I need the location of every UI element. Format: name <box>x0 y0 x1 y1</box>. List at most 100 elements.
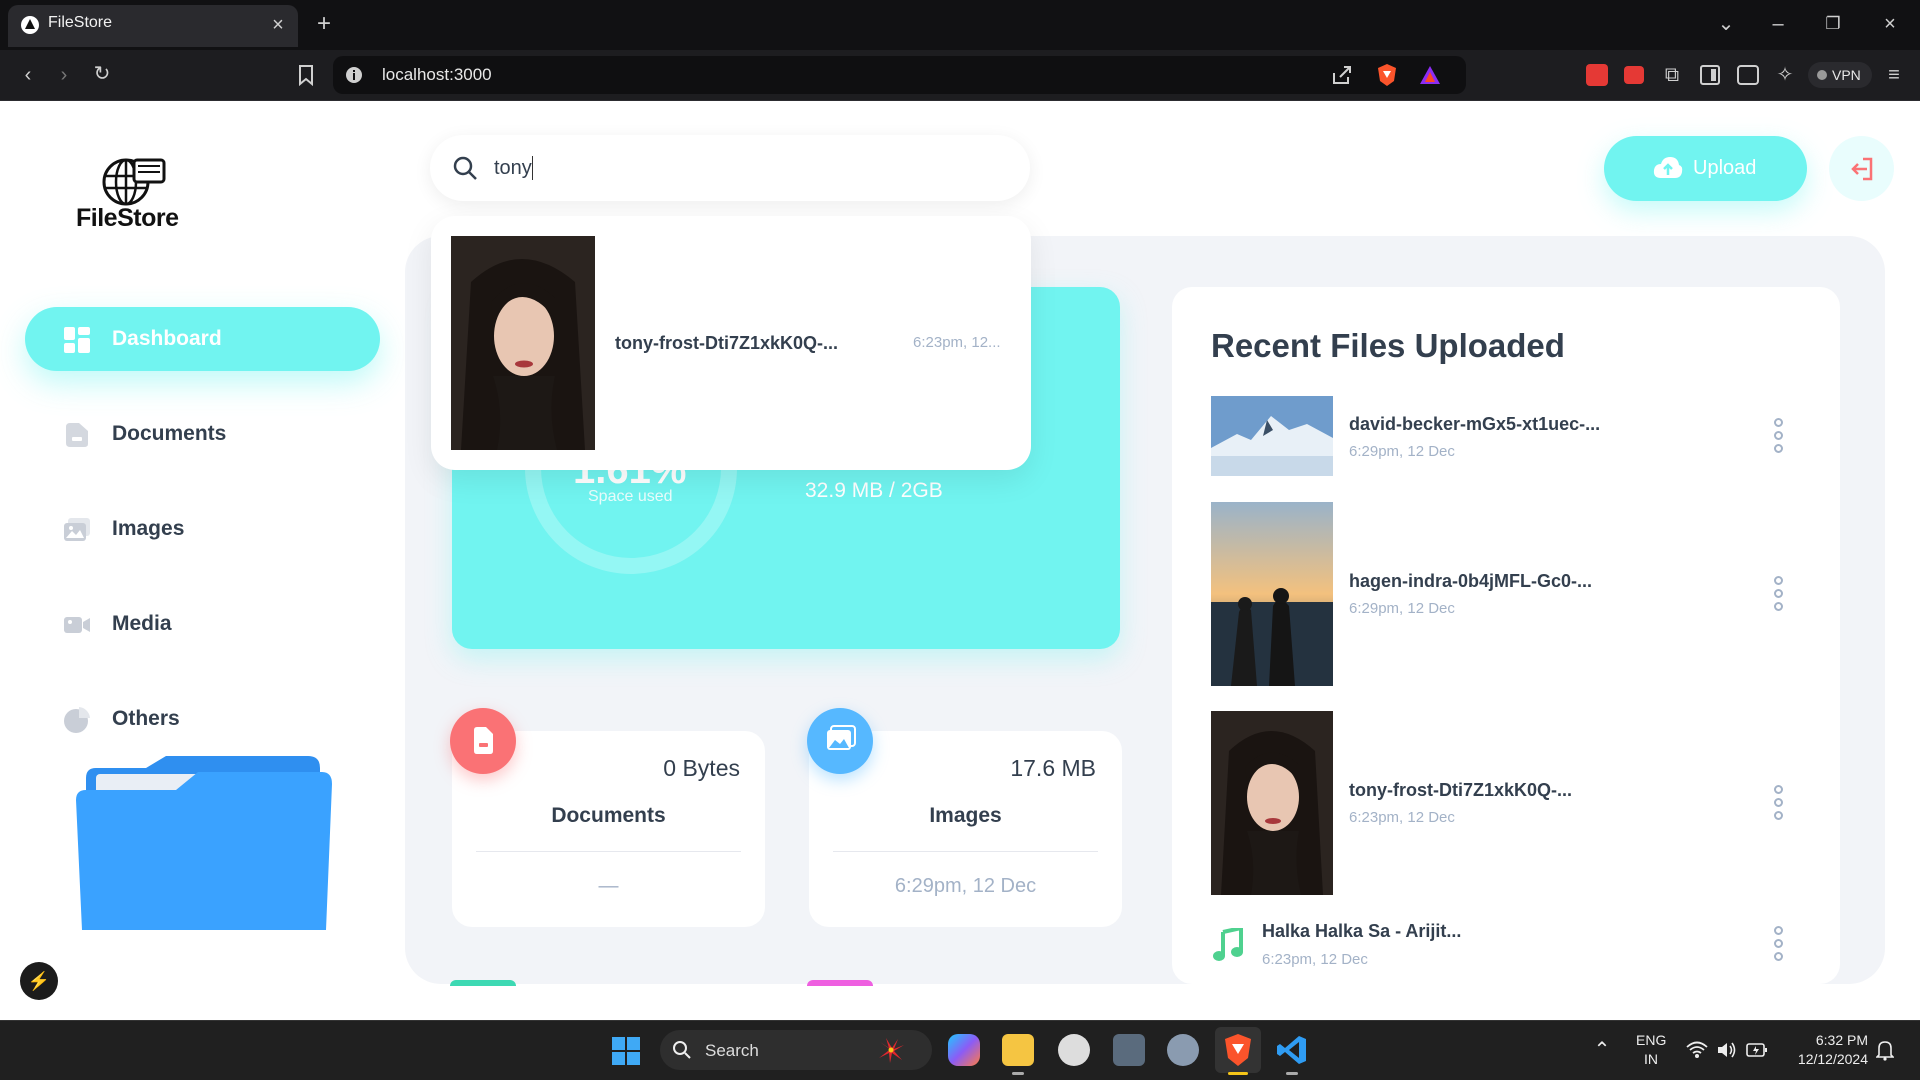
sidebar-item-documents[interactable]: Documents <box>25 402 380 466</box>
language-line1: ENG <box>1636 1032 1667 1048</box>
music-note-icon <box>1213 928 1243 962</box>
system-tray-chevron-icon[interactable]: ⌃ <box>1590 1038 1614 1062</box>
tab-title: FileStore <box>48 14 113 31</box>
input-language[interactable]: ENG IN <box>1636 1031 1666 1069</box>
video-camera-icon <box>63 611 91 639</box>
others-badge-partial <box>450 980 516 986</box>
sidebar-item-label: Images <box>112 517 185 540</box>
new-tab-icon[interactable]: + <box>312 12 336 36</box>
explorer-running-indicator <box>1012 1072 1024 1075</box>
more-options-icon[interactable] <box>1772 418 1784 458</box>
file-name: tony-frost-Dti7Z1xkK0Q-... <box>1349 780 1573 800</box>
summary-title: Documents <box>551 804 666 827</box>
brave-shields-icon[interactable] <box>1376 63 1398 87</box>
share-icon[interactable] <box>1331 64 1353 86</box>
volume-icon[interactable] <box>1716 1040 1738 1060</box>
brave-browser-icon[interactable] <box>1222 1033 1254 1067</box>
sidebar-item-dashboard[interactable]: Dashboard <box>25 307 380 371</box>
clock-time: 6:32 PM <box>1815 1032 1868 1048</box>
reload-icon[interactable]: ↻ <box>90 62 114 86</box>
file-date: 6:23pm, 12 Dec <box>1262 951 1368 968</box>
summary-date: 6:29pm, 12 Dec <box>894 875 1037 897</box>
forward-icon[interactable]: › <box>52 63 76 87</box>
clock-app-icon[interactable] <box>1058 1034 1090 1066</box>
media-badge-partial <box>807 980 873 986</box>
back-icon[interactable]: ‹ <box>16 63 40 87</box>
sidebar-item-label: Documents <box>112 422 227 445</box>
sidebar-toggle-icon[interactable] <box>1700 65 1720 85</box>
file-name: david-becker-mGx5-xt1uec-... <box>1349 414 1601 434</box>
extension-red-icon[interactable] <box>1586 64 1608 86</box>
sidebar-item-media[interactable]: Media <box>25 592 380 656</box>
site-info-icon[interactable] <box>344 65 364 85</box>
summary-size: 0 Bytes <box>663 755 740 781</box>
cloud-upload-icon <box>1653 156 1683 180</box>
summary-title: Images <box>929 804 1002 827</box>
brave-running-indicator <box>1228 1072 1248 1075</box>
lightning-bolt-icon[interactable]: ⚡ <box>20 962 58 1000</box>
vscode-icon[interactable] <box>1276 1034 1308 1066</box>
storage-size: 32.9 MB / 2GB <box>805 479 943 502</box>
close-window-icon[interactable]: × <box>1878 12 1902 36</box>
divider <box>476 851 741 852</box>
summary-size: 17.6 MB <box>1010 755 1096 781</box>
space-used-label: Space used <box>588 488 673 505</box>
sidebar-item-label: Media <box>112 612 172 635</box>
notification-bell-icon[interactable] <box>1876 1039 1894 1061</box>
image-icon <box>807 708 873 774</box>
logo-globe-icon <box>98 156 170 206</box>
file-explorer-icon[interactable] <box>1002 1034 1034 1066</box>
pie-chart-icon <box>63 706 91 734</box>
menu-hamburger-icon[interactable]: ≡ <box>1882 63 1906 87</box>
omnibox[interactable] <box>333 56 1466 94</box>
file-thumbnail <box>1211 711 1333 895</box>
settings-gear-icon[interactable] <box>1167 1034 1199 1066</box>
brave-rewards-icon[interactable] <box>1418 64 1442 86</box>
minimize-icon[interactable]: – <box>1766 12 1790 36</box>
leo-ai-icon[interactable]: ✧ <box>1773 63 1797 87</box>
restore-icon[interactable]: ❐ <box>1821 12 1845 36</box>
document-icon <box>450 708 516 774</box>
file-thumbnail <box>1211 396 1333 476</box>
search-query[interactable]: tony <box>494 157 532 180</box>
logo-text: FileStore <box>76 204 179 232</box>
calculator-icon[interactable] <box>1113 1034 1145 1066</box>
vpn-button[interactable]: VPN <box>1808 62 1872 88</box>
bookmark-icon[interactable] <box>296 64 316 86</box>
vpn-label: VPN <box>1832 67 1861 83</box>
tab-list-chevron-icon[interactable]: ⌄ <box>1714 12 1738 36</box>
wifi-icon[interactable] <box>1686 1040 1708 1060</box>
windows-start-icon[interactable] <box>612 1037 640 1065</box>
battery-icon[interactable] <box>1746 1041 1768 1059</box>
logout-icon <box>1849 156 1875 182</box>
file-thumbnail <box>451 236 595 450</box>
document-icon <box>63 421 91 449</box>
taskbar-clock[interactable]: 6:32 PM 12/12/2024 <box>1780 1031 1868 1069</box>
wallet-icon[interactable] <box>1737 65 1759 85</box>
upload-label: Upload <box>1693 157 1757 179</box>
recent-files-title: Recent Files Uploaded <box>1211 327 1565 364</box>
more-options-icon[interactable] <box>1772 576 1784 616</box>
sidebar-item-images[interactable]: Images <box>25 497 380 561</box>
sidebar-item-label: Dashboard <box>112 327 222 350</box>
file-date: 6:29pm, 12 Dec <box>1349 443 1455 460</box>
url-text[interactable]: localhost:3000 <box>382 65 492 85</box>
sidebar-item-label: Others <box>112 707 180 730</box>
language-line2: IN <box>1644 1051 1658 1067</box>
taskbar-search-label: Search <box>705 1041 759 1060</box>
extensions-puzzle-icon[interactable]: ⧉ <box>1660 63 1684 87</box>
tab-favicon-icon <box>20 15 40 35</box>
copilot-icon[interactable] <box>948 1034 980 1066</box>
image-icon <box>63 516 91 544</box>
search-result-date: 6:23pm, 12... <box>913 334 1001 351</box>
more-options-icon[interactable] <box>1772 926 1784 966</box>
file-date: 6:29pm, 12 Dec <box>1349 600 1455 617</box>
extension-record-icon[interactable] <box>1624 66 1644 84</box>
summary-date: — <box>598 875 619 897</box>
search-icon <box>452 155 478 181</box>
file-name: Halka Halka Sa - Arijit... <box>1262 921 1462 941</box>
file-date: 6:23pm, 12 Dec <box>1349 809 1455 826</box>
more-options-icon[interactable] <box>1772 785 1784 825</box>
sidebar-item-others[interactable]: Others <box>25 687 380 751</box>
close-tab-icon[interactable]: × <box>266 13 290 37</box>
